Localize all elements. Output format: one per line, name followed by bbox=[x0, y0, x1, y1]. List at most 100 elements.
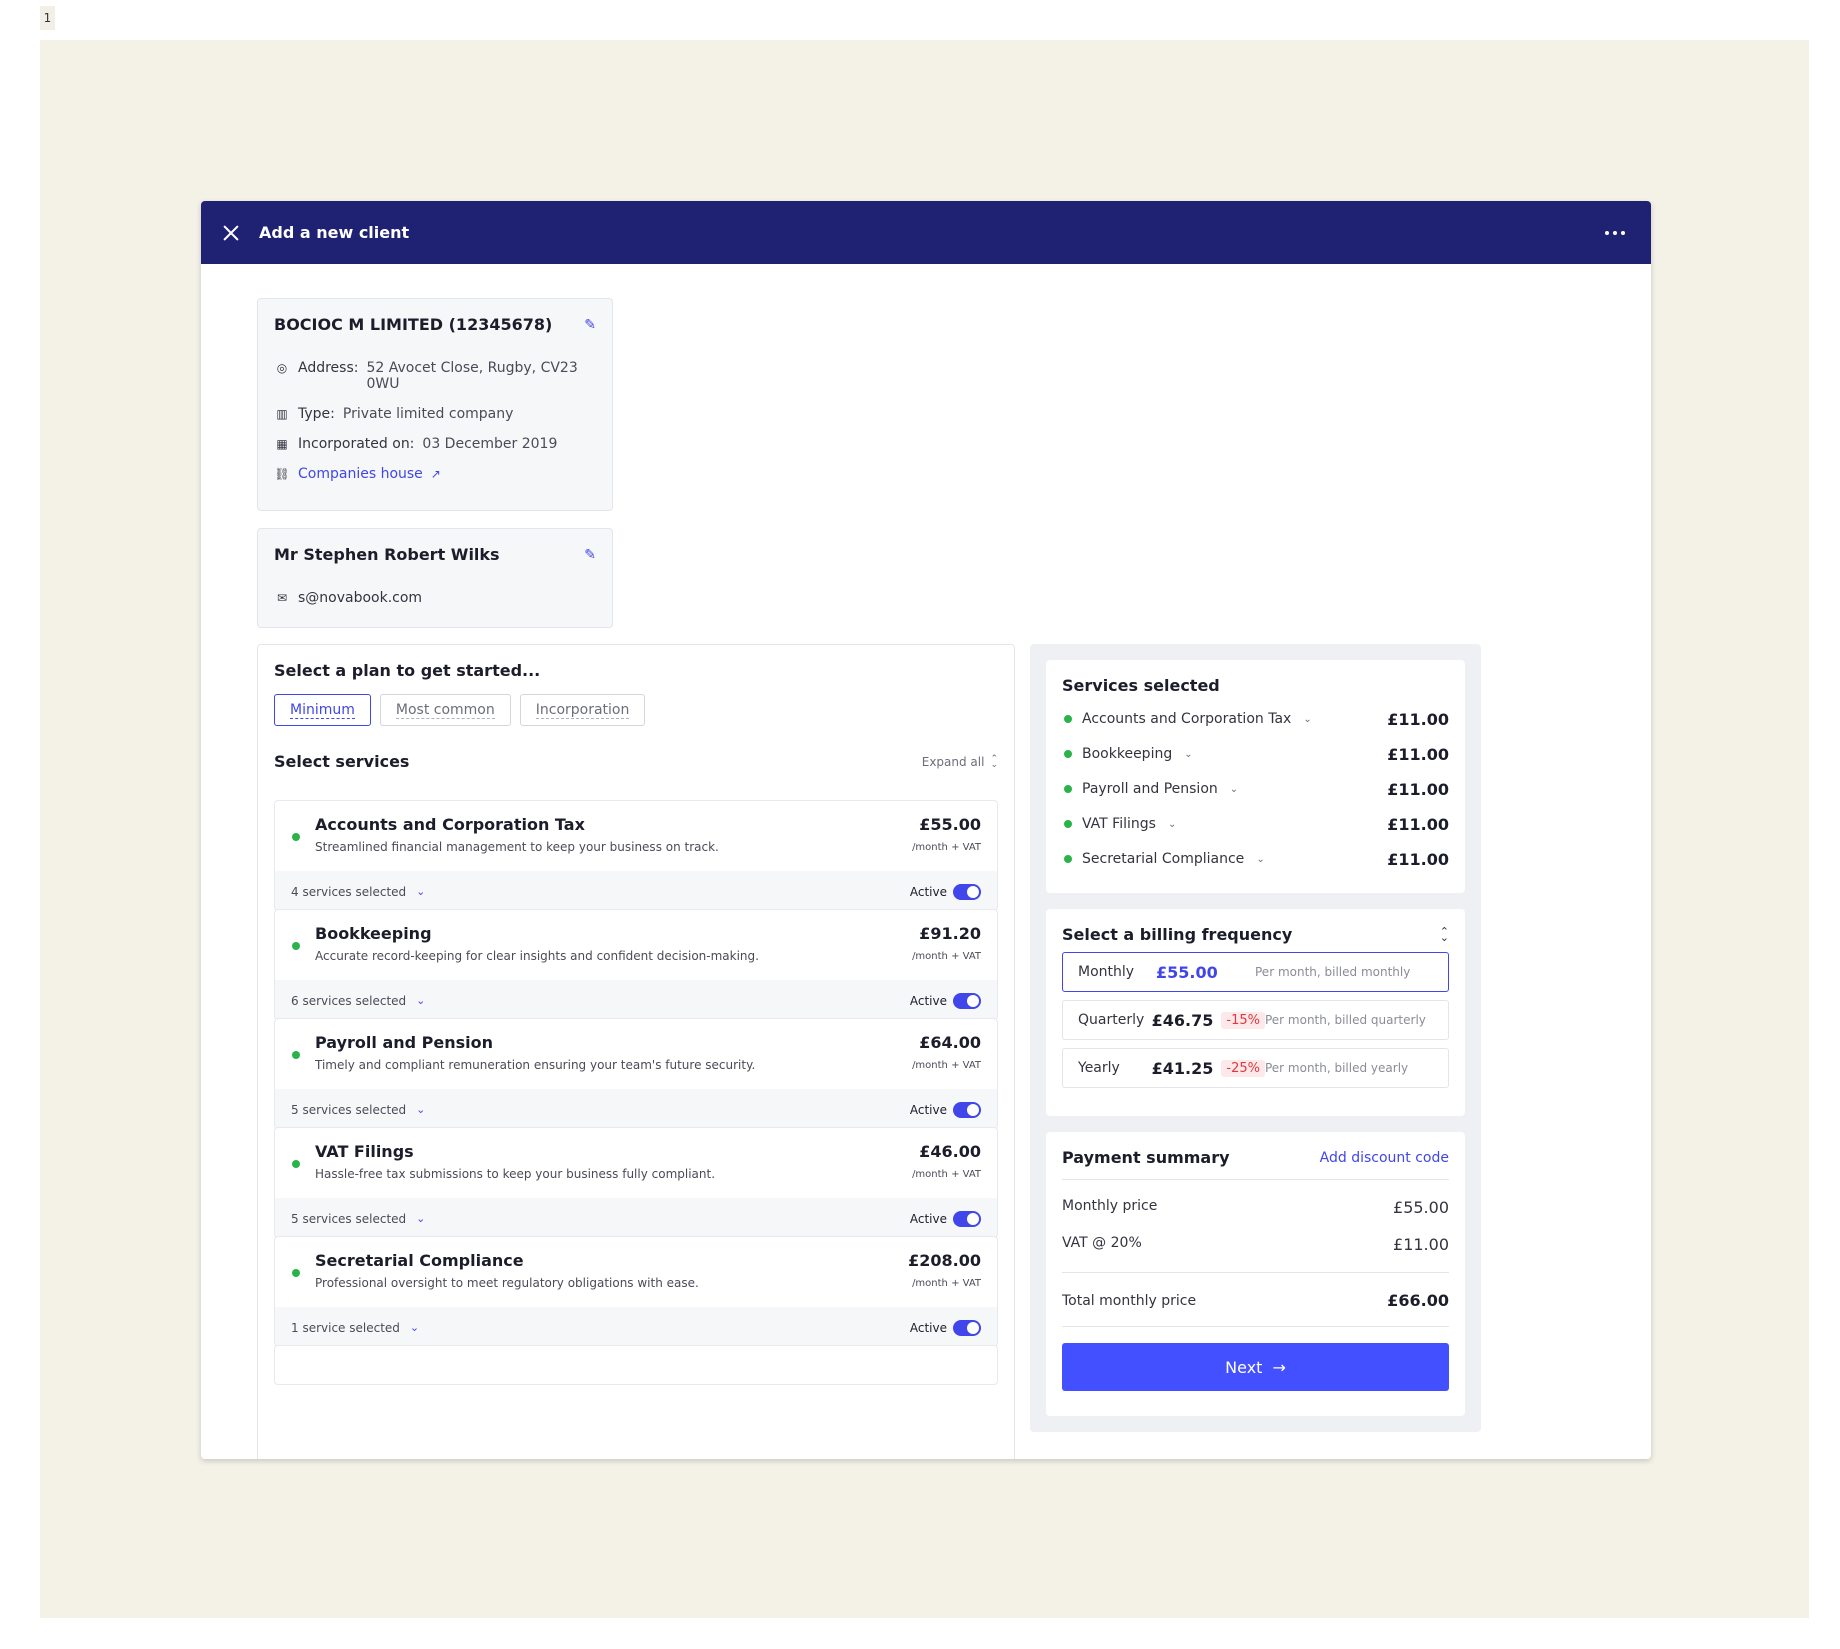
service-description: Professional oversight to meet regulator… bbox=[315, 1276, 699, 1290]
selected-service-row: VAT Filings ⌄ £11.00 bbox=[1062, 813, 1449, 835]
contact-email: s@novabook.com bbox=[298, 590, 423, 606]
status-dot bbox=[1064, 750, 1072, 758]
edit-contact-icon[interactable]: ✎ bbox=[584, 547, 596, 563]
active-toggle[interactable] bbox=[953, 1210, 981, 1227]
active-toggle[interactable] bbox=[953, 883, 981, 900]
active-label: Active bbox=[909, 993, 947, 1008]
services-header: Select services Expand all ⌃ ⌄ bbox=[274, 752, 998, 771]
service-card: Secretarial Compliance Professional over… bbox=[274, 1236, 998, 1347]
chevron-up-down-icon: ⌃ ⌄ bbox=[990, 753, 998, 770]
total-row: Total monthly price £66.00 bbox=[1062, 1272, 1449, 1327]
plan-tab-label: Incorporation bbox=[535, 701, 630, 719]
plan-title: Select a plan to get started... bbox=[274, 661, 541, 680]
chevron-up-down-icon[interactable]: ⌃ ⌄ bbox=[1440, 926, 1449, 943]
service-price-unit: /month + VAT bbox=[912, 842, 981, 853]
plan-tab-minimum[interactable]: Minimum bbox=[274, 694, 371, 726]
link-icon: ⛓ bbox=[274, 467, 290, 481]
service-card-partial bbox=[274, 1345, 998, 1385]
more-options-icon[interactable] bbox=[1599, 225, 1631, 241]
selected-service-price: £11.00 bbox=[1387, 709, 1449, 729]
chevron-down-icon[interactable]: ⌄ bbox=[1184, 749, 1192, 760]
services-title: Select services bbox=[274, 752, 410, 771]
selected-service-price: £11.00 bbox=[1387, 814, 1449, 834]
payment-summary-box: Payment summary Add discount code Monthl… bbox=[1046, 1132, 1465, 1416]
add-discount-code-link[interactable]: Add discount code bbox=[1320, 1150, 1449, 1166]
chevron-down-icon: ⌄ bbox=[416, 1212, 426, 1225]
service-price-unit: /month + VAT bbox=[912, 1169, 981, 1180]
services-count-dropdown[interactable]: 1 service selected ⌄ bbox=[291, 1321, 419, 1335]
expand-all-button[interactable]: Expand all ⌃ ⌄ bbox=[921, 753, 998, 770]
monthly-price-value: £55.00 bbox=[1393, 1198, 1449, 1217]
discount-badge: -25% bbox=[1221, 1059, 1265, 1077]
billing-option-label: Quarterly bbox=[1078, 1012, 1145, 1028]
active-toggle[interactable] bbox=[953, 992, 981, 1009]
modal-header: Add a new client bbox=[201, 201, 1651, 264]
selected-service-name: Bookkeeping bbox=[1082, 746, 1173, 762]
billing-option-monthly[interactable]: Monthly £55.00 Per month, billed monthly bbox=[1062, 952, 1449, 992]
chevron-down-icon: ⌄ bbox=[416, 885, 426, 898]
services-count-dropdown[interactable]: 5 services selected ⌄ bbox=[291, 1103, 425, 1117]
service-description: Streamlined financial management to keep… bbox=[315, 840, 719, 854]
vat-value: £11.00 bbox=[1393, 1235, 1449, 1254]
chevron-down-icon[interactable]: ⌄ bbox=[1303, 714, 1311, 725]
type-row: ▥ Type: Private limited company bbox=[274, 406, 596, 422]
external-link-icon[interactable]: ↗ bbox=[431, 466, 441, 482]
services-count-label: 5 services selected bbox=[291, 1102, 407, 1117]
service-price: £55.00 bbox=[919, 815, 981, 834]
active-label: Active bbox=[909, 1102, 947, 1117]
active-toggle[interactable] bbox=[953, 1319, 981, 1336]
services-count-dropdown[interactable]: 6 services selected ⌄ bbox=[291, 994, 425, 1008]
services-count-dropdown[interactable]: 4 services selected ⌄ bbox=[291, 885, 425, 899]
plan-tab-most-common[interactable]: Most common bbox=[379, 694, 511, 726]
contact-name: Mr Stephen Robert Wilks bbox=[274, 545, 500, 564]
service-name: Accounts and Corporation Tax bbox=[315, 815, 585, 834]
plan-tabs: Minimum Most common Incorporation bbox=[274, 694, 998, 726]
service-name: Bookkeeping bbox=[315, 924, 432, 943]
plan-tab-incorporation[interactable]: Incorporation bbox=[519, 694, 646, 726]
billing-frequency-title: Select a billing frequency bbox=[1062, 925, 1293, 944]
incorporated-row: ▦ Incorporated on: 03 December 2019 bbox=[274, 436, 596, 452]
incorporated-label: Incorporated on: bbox=[298, 436, 415, 452]
payment-summary-title: Payment summary bbox=[1062, 1148, 1230, 1167]
plan-tab-label: Minimum bbox=[290, 701, 355, 719]
discount-badge: -15% bbox=[1221, 1011, 1265, 1029]
services-selected-box: Services selected Accounts and Corporati… bbox=[1046, 660, 1465, 893]
billing-option-yearly[interactable]: Yearly £41.25 -25% Per month, billed yea… bbox=[1062, 1048, 1449, 1088]
services-count-label: 1 service selected bbox=[291, 1320, 400, 1335]
service-card: Bookkeeping Accurate record-keeping for … bbox=[274, 909, 998, 1020]
active-label: Active bbox=[909, 1211, 947, 1226]
monthly-price-row: Monthly price £55.00 bbox=[1062, 1198, 1449, 1217]
next-button-label: Next bbox=[1225, 1357, 1263, 1377]
status-dot bbox=[1064, 820, 1072, 828]
email-row: ✉ s@novabook.com bbox=[274, 590, 596, 606]
chevron-down-icon[interactable]: ⌄ bbox=[1256, 854, 1264, 865]
company-card: BOCIOC M LIMITED (12345678) ✎ ◎ Address:… bbox=[257, 298, 613, 511]
selected-service-price: £11.00 bbox=[1387, 849, 1449, 869]
location-pin-icon: ◎ bbox=[276, 361, 288, 375]
selected-service-row: Bookkeeping ⌄ £11.00 bbox=[1062, 743, 1449, 765]
active-toggle[interactable] bbox=[953, 1101, 981, 1118]
billing-option-label: Monthly bbox=[1078, 964, 1135, 980]
billing-option-description: Per month, billed yearly bbox=[1264, 1061, 1409, 1075]
chevron-down-icon[interactable]: ⌄ bbox=[1230, 784, 1238, 795]
arrow-right-icon: → bbox=[1272, 1357, 1286, 1377]
status-dot bbox=[292, 1051, 300, 1059]
next-button[interactable]: Next → bbox=[1062, 1343, 1449, 1391]
service-price-unit: /month + VAT bbox=[912, 1278, 981, 1289]
close-icon[interactable] bbox=[221, 223, 241, 243]
services-count-dropdown[interactable]: 5 services selected ⌄ bbox=[291, 1212, 425, 1226]
billing-option-amount: £55.00 bbox=[1156, 962, 1218, 982]
billing-option-quarterly[interactable]: Quarterly £46.75 -15% Per month, billed … bbox=[1062, 1000, 1449, 1040]
chevron-down-icon[interactable]: ⌄ bbox=[1168, 819, 1176, 830]
selected-service-row: Payroll and Pension ⌄ £11.00 bbox=[1062, 778, 1449, 800]
chevron-down-icon: ⌄ bbox=[416, 994, 426, 1007]
monthly-price-label: Monthly price bbox=[1062, 1198, 1158, 1214]
services-count-label: 5 services selected bbox=[291, 1211, 407, 1226]
calendar-icon: ▦ bbox=[276, 437, 288, 451]
expand-all-label: Expand all bbox=[921, 754, 985, 769]
chevron-down-icon: ⌄ bbox=[409, 1321, 420, 1334]
services-selected-title: Services selected bbox=[1062, 676, 1220, 695]
selected-service-name: Secretarial Compliance bbox=[1082, 851, 1245, 867]
companies-house-link[interactable]: Companies house bbox=[298, 466, 423, 482]
edit-company-icon[interactable]: ✎ bbox=[584, 317, 596, 333]
